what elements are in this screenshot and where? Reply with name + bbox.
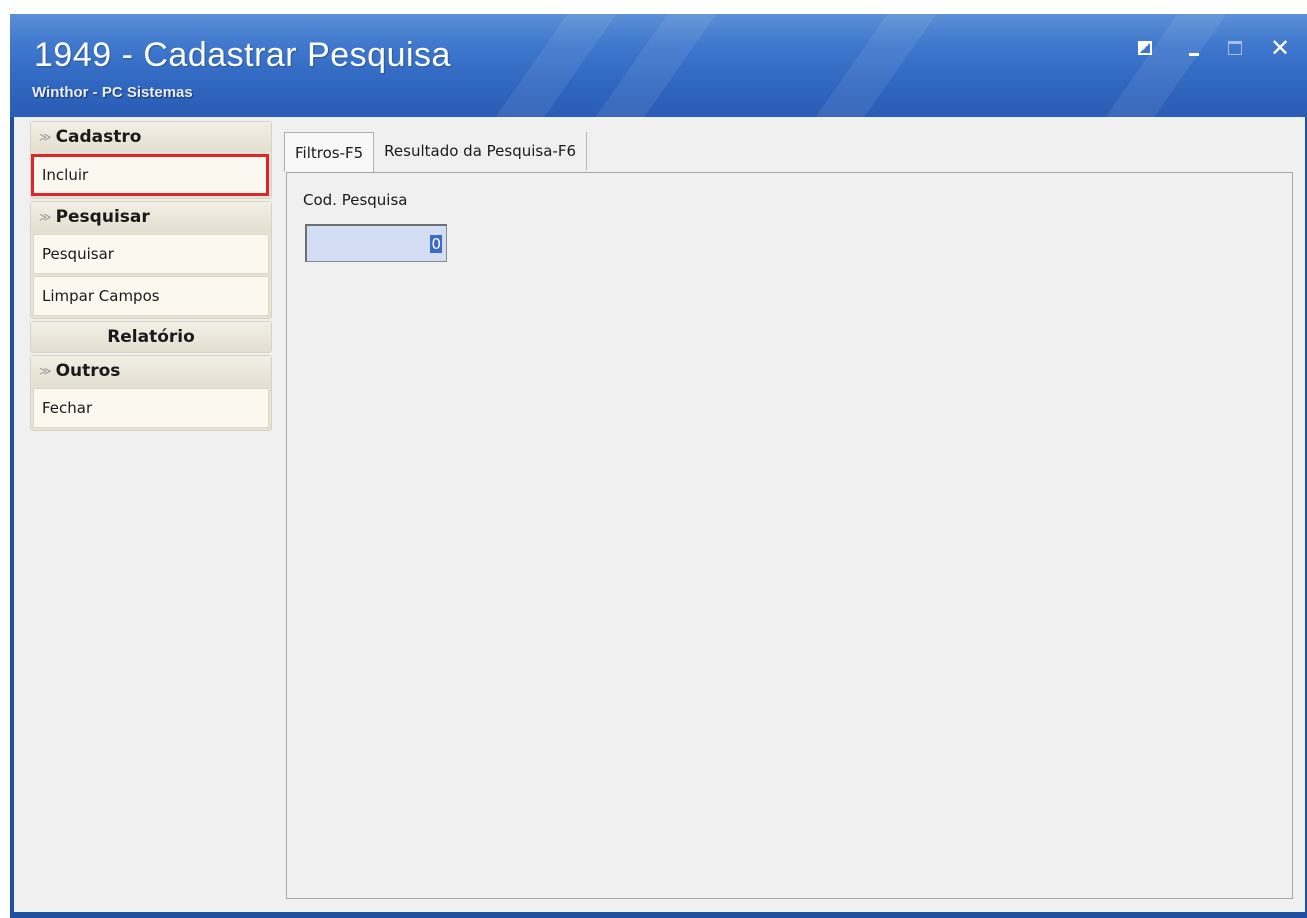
maximize-icon-shape <box>1228 41 1242 55</box>
window-bottom-border <box>10 912 1307 918</box>
filtros-panel: Cod. Pesquisa 0 <box>286 172 1293 899</box>
window-title: 1949 - Cadastrar Pesquisa <box>34 36 451 74</box>
sidebar-group-cadastro: ≫ Cadastro Incluir <box>30 121 272 199</box>
chevron-double-down-icon: ≫ <box>39 364 52 378</box>
close-icon[interactable]: ✕ <box>1268 34 1292 62</box>
restore-icon-shape <box>1138 41 1152 55</box>
sidebar-item-pesquisar[interactable]: Pesquisar <box>33 234 269 274</box>
title-bar-decoration <box>1086 14 1234 117</box>
sidebar-group-outros: ≫ Outros Fechar <box>30 355 272 431</box>
sidebar-item-fechar[interactable]: Fechar <box>33 388 269 428</box>
app-window: 1949 - Cadastrar Pesquisa Winthor - PC S… <box>10 14 1307 918</box>
group-header-pesquisar[interactable]: ≫ Pesquisar <box>31 202 271 232</box>
group-header-outros[interactable]: ≫ Outros <box>31 356 271 386</box>
group-header-relatorio[interactable]: Relatório <box>31 322 271 352</box>
sidebar-item-label: Pesquisar <box>42 245 114 263</box>
restore-icon[interactable] <box>1133 36 1157 60</box>
window-subtitle: Winthor - PC Sistemas <box>32 84 193 101</box>
title-bar[interactable]: 1949 - Cadastrar Pesquisa Winthor - PC S… <box>10 14 1307 117</box>
sidebar-item-label: Limpar Campos <box>42 287 160 305</box>
title-bar-decoration <box>476 14 624 117</box>
tab-filtros[interactable]: Filtros-F5 <box>284 132 375 172</box>
sidebar-group-pesquisar: ≫ Pesquisar Pesquisar Limpar Campos <box>30 201 272 319</box>
tab-strip: Filtros-F5 Resultado da Pesquisa-F6 <box>284 132 588 172</box>
cod-pesquisa-value: 0 <box>430 234 442 253</box>
group-header-cadastro[interactable]: ≫ Cadastro <box>31 122 271 152</box>
maximize-icon[interactable] <box>1223 36 1247 60</box>
minimize-icon[interactable] <box>1182 36 1206 60</box>
cod-pesquisa-input[interactable]: 0 <box>305 224 447 262</box>
group-header-label: Relatório <box>107 327 195 347</box>
group-header-label: Cadastro <box>55 127 142 147</box>
group-header-label: Pesquisar <box>55 207 150 227</box>
client-area: ≫ Cadastro Incluir ≫ Pesquisar Pesquisar… <box>14 117 1305 912</box>
sidebar: ≫ Cadastro Incluir ≫ Pesquisar Pesquisar… <box>30 121 273 433</box>
sidebar-item-limpar-campos[interactable]: Limpar Campos <box>33 276 269 316</box>
sidebar-item-label: Fechar <box>42 399 93 417</box>
title-bar-decoration <box>796 14 944 117</box>
sidebar-group-relatorio: Relatório <box>30 321 272 353</box>
chevron-double-down-icon: ≫ <box>39 130 52 144</box>
minimize-icon-shape <box>1189 52 1199 56</box>
sidebar-item-incluir[interactable]: Incluir <box>31 154 269 196</box>
cod-pesquisa-label: Cod. Pesquisa <box>303 191 408 209</box>
group-header-label: Outros <box>55 361 121 381</box>
sidebar-item-label: Incluir <box>42 166 89 184</box>
tab-resultado-da-pesquisa[interactable]: Resultado da Pesquisa-F6 <box>374 132 588 170</box>
chevron-double-down-icon: ≫ <box>39 210 52 224</box>
